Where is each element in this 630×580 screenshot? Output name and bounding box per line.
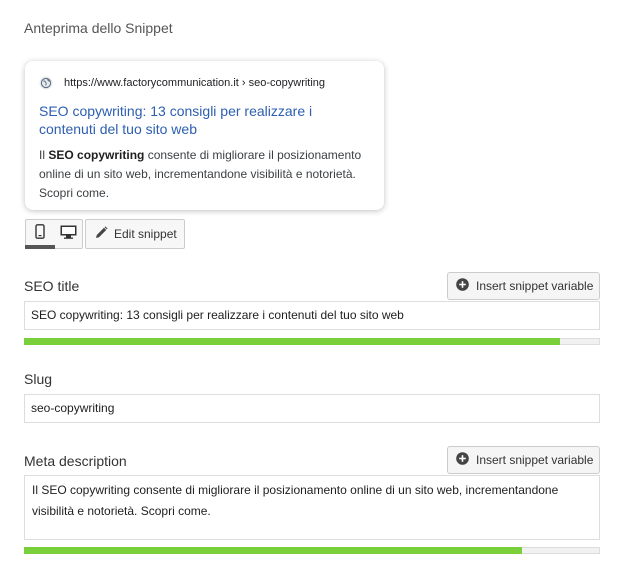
desktop-preview-button[interactable] [54, 220, 82, 248]
globe-icon [39, 76, 53, 90]
mobile-icon [35, 224, 45, 244]
meta-description-insert-variable-button[interactable]: Insert snippet variable [447, 446, 600, 474]
meta-description-progress-bar [24, 547, 600, 554]
edit-snippet-label: Edit snippet [114, 227, 177, 241]
meta-description-textarea[interactable]: Il SEO copywriting consente di migliorar… [24, 475, 600, 540]
desktop-icon [60, 225, 77, 244]
pencil-icon [95, 226, 114, 242]
seo-title-progress-fill [24, 338, 560, 345]
meta-description-progress-fill [24, 547, 522, 554]
seo-title-progress-bar [24, 338, 600, 345]
edit-snippet-button[interactable]: Edit snippet [85, 219, 185, 249]
snippet-description-prefix: Il [39, 148, 49, 162]
preview-mode-toggle [25, 219, 83, 249]
plus-circle-icon [456, 278, 476, 294]
snippet-url-row: https://www.factorycommunication.it › se… [39, 75, 370, 91]
snippet-description-bold: SEO copywriting [48, 148, 145, 162]
slug-input[interactable]: seo-copywriting [24, 394, 600, 423]
snippet-preview-heading: Anteprima dello Snippet [24, 20, 173, 36]
meta-description-label: Meta description [24, 453, 127, 469]
snippet-title[interactable]: SEO copywriting: 13 consigli per realizz… [39, 102, 370, 138]
seo-title-insert-variable-button[interactable]: Insert snippet variable [447, 272, 600, 300]
snippet-editor: Anteprima dello Snippet https://www.fact… [0, 0, 630, 580]
insert-variable-label: Insert snippet variable [476, 279, 594, 293]
snippet-description: Il SEO copywriting consente di migliorar… [39, 146, 370, 203]
seo-title-input[interactable]: SEO copywriting: 13 consigli per realizz… [24, 301, 600, 330]
mobile-preview-button[interactable] [25, 220, 55, 249]
snippet-url: https://www.factorycommunication.it › se… [64, 77, 326, 89]
snippet-preview-card: https://www.factorycommunication.it › se… [25, 61, 384, 210]
seo-title-label: SEO title [24, 278, 80, 294]
insert-variable-label: Insert snippet variable [476, 453, 594, 467]
slug-label: Slug [24, 371, 53, 387]
plus-circle-icon [456, 452, 476, 468]
